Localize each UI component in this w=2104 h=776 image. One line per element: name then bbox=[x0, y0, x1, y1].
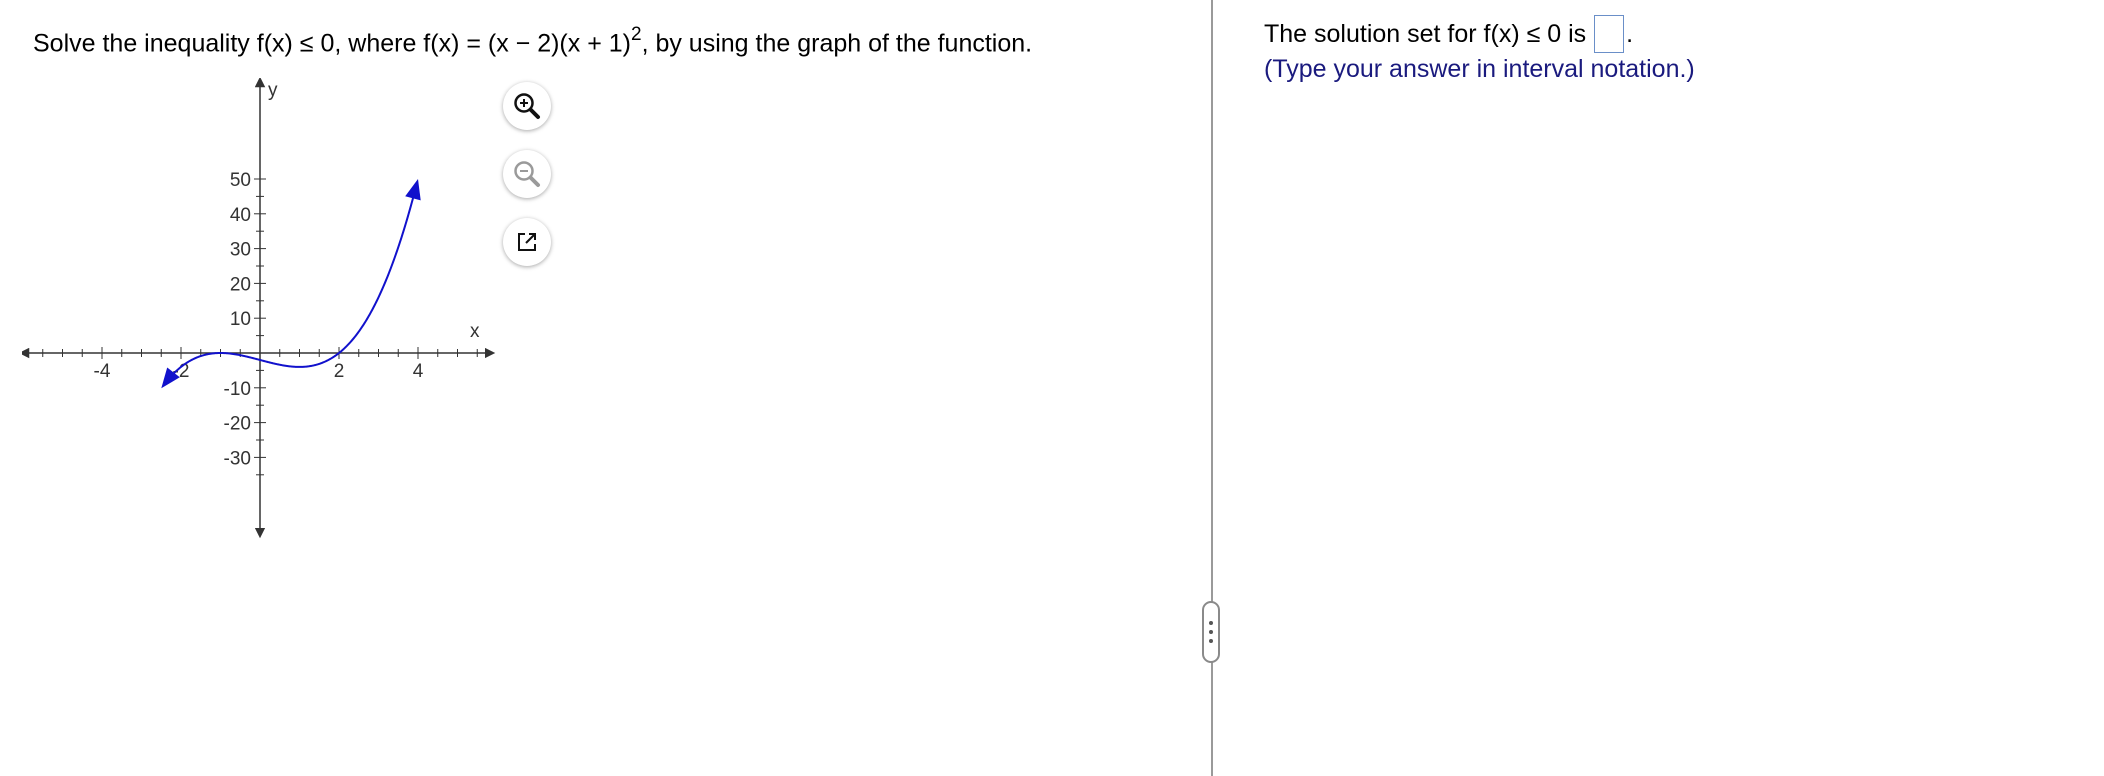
y-tick-label: 40 bbox=[230, 205, 251, 226]
y-tick-label: -30 bbox=[224, 448, 251, 469]
y-tick-label: 20 bbox=[230, 274, 251, 295]
curve-arrow-up bbox=[405, 179, 421, 201]
zoom-in-button[interactable] bbox=[503, 82, 551, 130]
x-tick-label: 4 bbox=[413, 361, 424, 382]
answer-prompt: The solution set for f(x) ≤ 0 is bbox=[1264, 20, 1587, 48]
question-suffix: , by using the graph of the function. bbox=[641, 29, 1033, 58]
popout-icon bbox=[518, 233, 536, 251]
zoom-out-button[interactable] bbox=[503, 150, 551, 198]
pane-resize-handle[interactable] bbox=[1202, 601, 1220, 663]
y-tick-label: 50 bbox=[230, 170, 251, 191]
tick-labels: -4 -2 2 45040302010-10-20-30 bbox=[94, 170, 424, 469]
x-tick-label: -4 bbox=[94, 361, 111, 382]
axes bbox=[22, 78, 496, 539]
answer-prompt-line: The solution set for f(x) ≤ 0 is . bbox=[1264, 15, 1633, 53]
answer-hint: (Type your answer in interval notation.) bbox=[1264, 55, 1695, 83]
question-pane: Solve the inequality f(x) ≤ 0, where f(x… bbox=[0, 0, 1212, 776]
answer-trailing-period: . bbox=[1626, 20, 1634, 48]
question-text: Solve the inequality f(x) ≤ 0, where f(x… bbox=[33, 21, 1032, 59]
answer-input[interactable] bbox=[1594, 15, 1625, 53]
x-tick-label: 2 bbox=[334, 361, 345, 382]
x-axis-label: x bbox=[470, 321, 480, 342]
y-tick-label: -20 bbox=[224, 414, 251, 435]
zoom-in-icon bbox=[514, 93, 540, 119]
y-tick-label: 30 bbox=[230, 240, 251, 261]
y-tick-label: 10 bbox=[230, 309, 251, 330]
function-graph: -4 -2 2 45040302010-10-20-30 y x bbox=[22, 78, 496, 539]
question-prefix: Solve the inequality f(x) ≤ 0, where f(x… bbox=[33, 29, 631, 58]
popout-button[interactable] bbox=[503, 218, 551, 266]
question-exponent: 2 bbox=[630, 24, 642, 45]
y-tick-label: -10 bbox=[224, 379, 251, 400]
zoom-out-icon bbox=[514, 161, 540, 187]
y-axis-label: y bbox=[268, 80, 278, 101]
app-root: Solve the inequality f(x) ≤ 0, where f(x… bbox=[0, 0, 2104, 776]
